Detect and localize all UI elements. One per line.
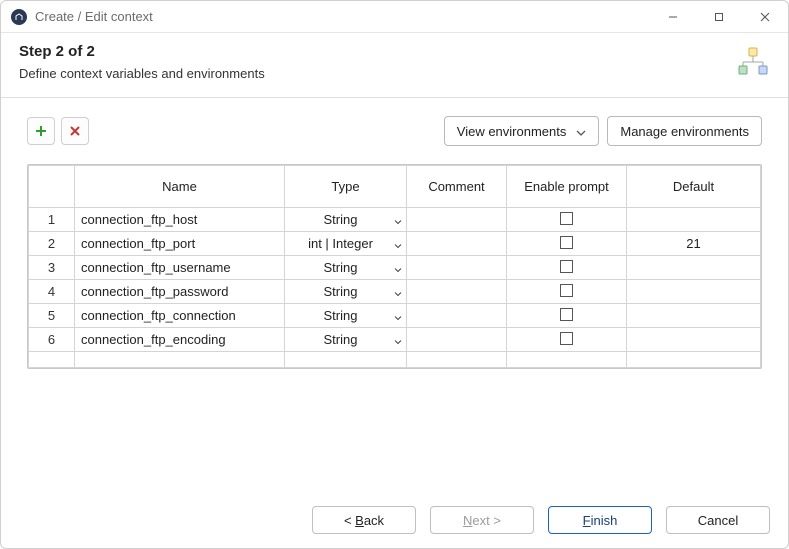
checkbox-icon[interactable] [560,332,573,345]
cell-default[interactable] [627,280,761,304]
cell-comment[interactable] [407,208,507,232]
cell-default[interactable] [627,208,761,232]
table-row[interactable]: 2connection_ftp_portint | Integer 21 [29,232,761,256]
cell-default[interactable] [627,304,761,328]
cell-rownum: 4 [29,280,75,304]
plus-icon [35,125,47,137]
cell-type[interactable]: String [285,304,407,328]
cell-rownum: 1 [29,208,75,232]
manage-environments-button[interactable]: Manage environments [607,116,762,146]
checkbox-icon[interactable] [560,236,573,249]
minimize-button[interactable] [650,1,696,33]
cell-enable-prompt[interactable] [507,256,627,280]
chevron-down-icon [576,124,586,139]
close-button[interactable] [742,1,788,33]
view-environments-dropdown[interactable]: View environments [444,116,600,146]
cell-default[interactable] [627,328,761,352]
wizard-footer: < Back Next > Finish Cancel [1,496,788,548]
chevron-down-icon [394,236,402,251]
cell-comment[interactable] [407,256,507,280]
col-header-default[interactable]: Default [627,166,761,208]
cell-default[interactable] [627,256,761,280]
cell-name[interactable]: connection_ftp_port [75,232,285,256]
table-header-row: Name Type Comment Enable prompt Default [29,166,761,208]
variables-table: Name Type Comment Enable prompt Default … [27,164,762,369]
context-hierarchy-icon [736,47,770,80]
back-button[interactable]: < Back [312,506,416,534]
wizard-content: View environments Manage environments Na… [1,98,788,496]
cell-comment[interactable] [407,280,507,304]
window-title: Create / Edit context [35,9,153,24]
chevron-down-icon [394,212,402,227]
checkbox-icon[interactable] [560,212,573,225]
add-variable-button[interactable] [27,117,55,145]
finish-button[interactable]: Finish [548,506,652,534]
col-header-rownum[interactable] [29,166,75,208]
table-filler-row [29,352,761,368]
cell-rownum: 5 [29,304,75,328]
col-header-enable-prompt[interactable]: Enable prompt [507,166,627,208]
cell-comment[interactable] [407,304,507,328]
cell-type[interactable]: String [285,280,407,304]
app-icon [11,9,27,25]
col-header-name[interactable]: Name [75,166,285,208]
next-button: Next > [430,506,534,534]
table-row[interactable]: 5connection_ftp_connectionString [29,304,761,328]
cell-type[interactable]: String [285,208,407,232]
cell-enable-prompt[interactable] [507,232,627,256]
chevron-down-icon [394,332,402,347]
titlebar: Create / Edit context [1,1,788,33]
cell-type[interactable]: String [285,256,407,280]
cell-enable-prompt[interactable] [507,280,627,304]
table-row[interactable]: 1connection_ftp_hostString [29,208,761,232]
col-header-comment[interactable]: Comment [407,166,507,208]
cell-type[interactable]: String [285,328,407,352]
checkbox-icon[interactable] [560,260,573,273]
cell-name[interactable]: connection_ftp_encoding [75,328,285,352]
cell-rownum: 3 [29,256,75,280]
cell-name[interactable]: connection_ftp_host [75,208,285,232]
x-icon [69,125,81,137]
table-row[interactable]: 3connection_ftp_usernameString [29,256,761,280]
wizard-header: Step 2 of 2 Define context variables and… [1,33,788,97]
cell-name[interactable]: connection_ftp_password [75,280,285,304]
checkbox-icon[interactable] [560,308,573,321]
cancel-button[interactable]: Cancel [666,506,770,534]
cell-rownum: 2 [29,232,75,256]
cell-rownum: 6 [29,328,75,352]
cell-default[interactable]: 21 [627,232,761,256]
cell-comment[interactable] [407,328,507,352]
remove-variable-button[interactable] [61,117,89,145]
cell-enable-prompt[interactable] [507,304,627,328]
table-row[interactable]: 6connection_ftp_encodingString [29,328,761,352]
view-environments-label: View environments [457,124,567,139]
cell-name[interactable]: connection_ftp_connection [75,304,285,328]
col-header-type[interactable]: Type [285,166,407,208]
cell-enable-prompt[interactable] [507,328,627,352]
checkbox-icon[interactable] [560,284,573,297]
toolbar: View environments Manage environments [27,116,762,146]
cell-comment[interactable] [407,232,507,256]
table-row[interactable]: 4connection_ftp_passwordString [29,280,761,304]
chevron-down-icon [394,308,402,323]
chevron-down-icon [394,260,402,275]
cell-type[interactable]: int | Integer [285,232,407,256]
cell-name[interactable]: connection_ftp_username [75,256,285,280]
manage-environments-label: Manage environments [620,124,749,139]
chevron-down-icon [394,284,402,299]
maximize-button[interactable] [696,1,742,33]
step-subtitle: Define context variables and environment… [19,66,770,81]
cell-enable-prompt[interactable] [507,208,627,232]
step-title: Step 2 of 2 [19,43,770,60]
